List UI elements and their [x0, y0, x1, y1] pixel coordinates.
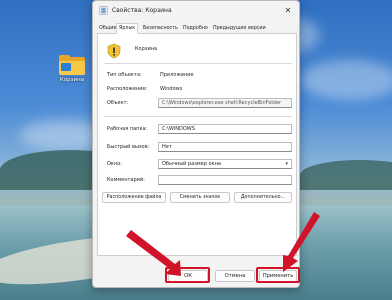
shortcut-key-field[interactable]: Нет	[158, 142, 292, 152]
warning-shield-icon	[107, 43, 121, 59]
desktop-icon-recycle-bin[interactable]: Корзина	[55, 55, 89, 83]
tab-bar: Общие Ярлык Безопасность Подробно Предыд…	[97, 23, 297, 34]
close-button[interactable]: ✕	[282, 5, 294, 17]
dialog-title: Свойства: Корзина	[112, 7, 172, 14]
target-field[interactable]: C:\Windows\explorer.exe shell:RecycleBin…	[158, 98, 292, 108]
target-label: Объект:	[107, 100, 129, 106]
tab-details[interactable]: Подробно	[181, 24, 210, 34]
tab-shortcut[interactable]: Ярлык	[116, 23, 139, 34]
comment-label: Комментарий:	[107, 177, 145, 183]
run-select[interactable]: Обычный размер окна ▾	[158, 159, 292, 169]
shortcut-name: Корзина	[135, 46, 158, 52]
folder-icon	[59, 55, 85, 75]
cancel-button[interactable]: Отмена	[215, 270, 255, 282]
ok-button-highlight	[165, 267, 210, 283]
tab-previous-versions[interactable]: Предыдущие версии	[211, 24, 268, 34]
chevron-down-icon: ▾	[285, 161, 288, 167]
tab-security[interactable]: Безопасность	[141, 24, 180, 34]
advanced-button[interactable]: Дополнительно...	[234, 192, 292, 203]
divider	[104, 116, 292, 117]
start-in-field[interactable]: C:\WINDOWS	[158, 124, 292, 134]
properties-dialog: Свойства: Корзина ✕ Общие Ярлык Безопасн…	[92, 0, 300, 288]
apply-button-highlight	[256, 267, 300, 283]
recycle-bin-icon	[99, 6, 108, 15]
start-in-label: Рабочая папка:	[107, 126, 148, 132]
desktop-icon-label: Корзина	[59, 77, 85, 83]
change-icon-button[interactable]: Сменить значок	[170, 192, 230, 203]
open-file-location-button[interactable]: Расположение файла	[102, 192, 166, 203]
target-location-value: Windows	[160, 86, 183, 92]
run-label: Окно:	[107, 161, 122, 167]
shortcut-tab-panel: Корзина Тип объекта: Приложение Располож…	[97, 34, 297, 256]
run-select-value: Обычный размер окна	[162, 161, 221, 167]
divider	[104, 63, 292, 64]
title-bar[interactable]: Свойства: Корзина ✕	[93, 1, 299, 21]
shortcut-key-label: Быстрый вызов:	[107, 144, 150, 150]
target-type-value: Приложение	[160, 72, 194, 78]
target-location-label: Расположение:	[107, 86, 148, 92]
target-type-label: Тип объекта:	[107, 72, 142, 78]
comment-field[interactable]	[158, 175, 292, 185]
